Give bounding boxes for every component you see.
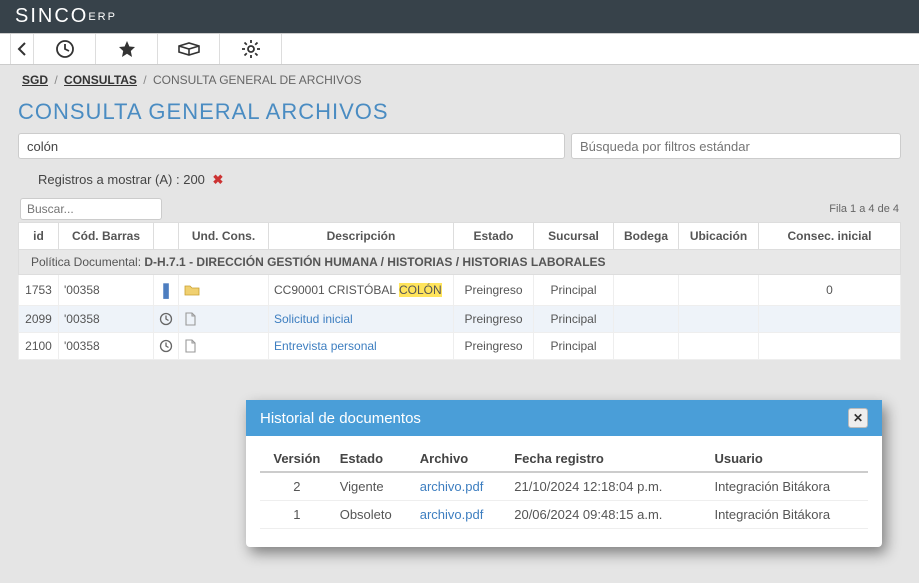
table-row[interactable]: 1753'00358❚CC90001 CRISTÓBAL COLÓNPreing… [19,275,901,306]
page-title: CONSULTA GENERAL ARCHIVOS [18,99,901,125]
folder-icon [179,275,269,306]
group-row[interactable]: Política Documental: D-H.7.1 - DIRECCIÓN… [19,250,901,275]
description-link[interactable]: Entrevista personal [274,339,377,353]
search-input[interactable] [18,133,565,159]
column-header[interactable] [154,223,179,250]
breadcrumb-section[interactable]: CONSULTAS [64,73,137,87]
gear-icon [241,39,261,59]
back-button[interactable] [10,34,34,64]
column-header[interactable]: Estado [454,223,534,250]
breadcrumb: SGD / CONSULTAS / CONSULTA GENERAL DE AR… [0,65,919,91]
column-header[interactable]: Ubicación [679,223,759,250]
records-line: Registros a mostrar (A) : 200 ✖ [18,169,901,198]
favorites-button[interactable] [96,34,158,64]
history-column-header: Fecha registro [508,446,708,472]
table-row[interactable]: 2099'00358Solicitud inicialPreingresoPri… [19,306,901,333]
archive-link[interactable]: archivo.pdf [420,479,484,494]
modal-title: Historial de documentos [260,410,421,427]
clock-icon [55,39,75,59]
modal-header[interactable]: Historial de documentos ✕ [246,400,882,436]
box-icon [177,42,201,56]
history-row: 1Obsoletoarchivo.pdf20/06/2024 09:48:15 … [260,501,868,529]
column-header[interactable]: Cód. Barras [59,223,154,250]
clock-icon[interactable] [154,306,179,333]
star-icon [117,39,137,59]
recent-button[interactable] [34,34,96,64]
history-table: VersiónEstadoArchivoFecha registroUsuari… [260,446,868,529]
history-column-header: Estado [334,446,414,472]
breadcrumb-current: CONSULTA GENERAL DE ARCHIVOS [153,73,362,87]
modal-close-button[interactable]: ✕ [848,408,868,428]
history-column-header: Archivo [414,446,508,472]
app-header: SINCO ERP [0,0,919,33]
grid-search-input[interactable] [20,198,162,220]
history-column-header: Usuario [708,446,868,472]
breadcrumb-root[interactable]: SGD [22,73,48,87]
column-header[interactable]: Consec. inicial [759,223,901,250]
results-grid: idCód. Barras Und. Cons.DescripciónEstado… [18,222,901,360]
filter-input[interactable] [571,133,901,159]
description-link[interactable]: Solicitud inicial [274,312,353,326]
row-info: Fila 1 a 4 de 4 [829,203,899,215]
column-header[interactable]: Descripción [269,223,454,250]
history-modal: Historial de documentos ✕ VersiónEstadoA… [246,400,882,547]
column-header[interactable]: Sucursal [534,223,614,250]
status-icon: ❚ [154,275,179,306]
column-header[interactable]: Und. Cons. [179,223,269,250]
content: CONSULTA GENERAL ARCHIVOS Registros a mo… [0,91,919,368]
archive-link[interactable]: archivo.pdf [420,507,484,522]
file-icon [179,333,269,360]
clear-records-button[interactable]: ✖ [213,172,224,187]
history-column-header: Versión [260,446,334,472]
column-header[interactable]: id [19,223,59,250]
file-icon [179,306,269,333]
table-row[interactable]: 2100'00358Entrevista personalPreingresoP… [19,333,901,360]
brand-name: SINCO [15,5,88,28]
clock-icon[interactable] [154,333,179,360]
history-row: 2Vigentearchivo.pdf21/10/2024 12:18:04 p… [260,472,868,501]
apps-button[interactable] [158,34,220,64]
brand-sub: ERP [88,11,117,23]
column-header[interactable]: Bodega [614,223,679,250]
settings-button[interactable] [220,34,282,64]
toolbar [0,33,919,65]
